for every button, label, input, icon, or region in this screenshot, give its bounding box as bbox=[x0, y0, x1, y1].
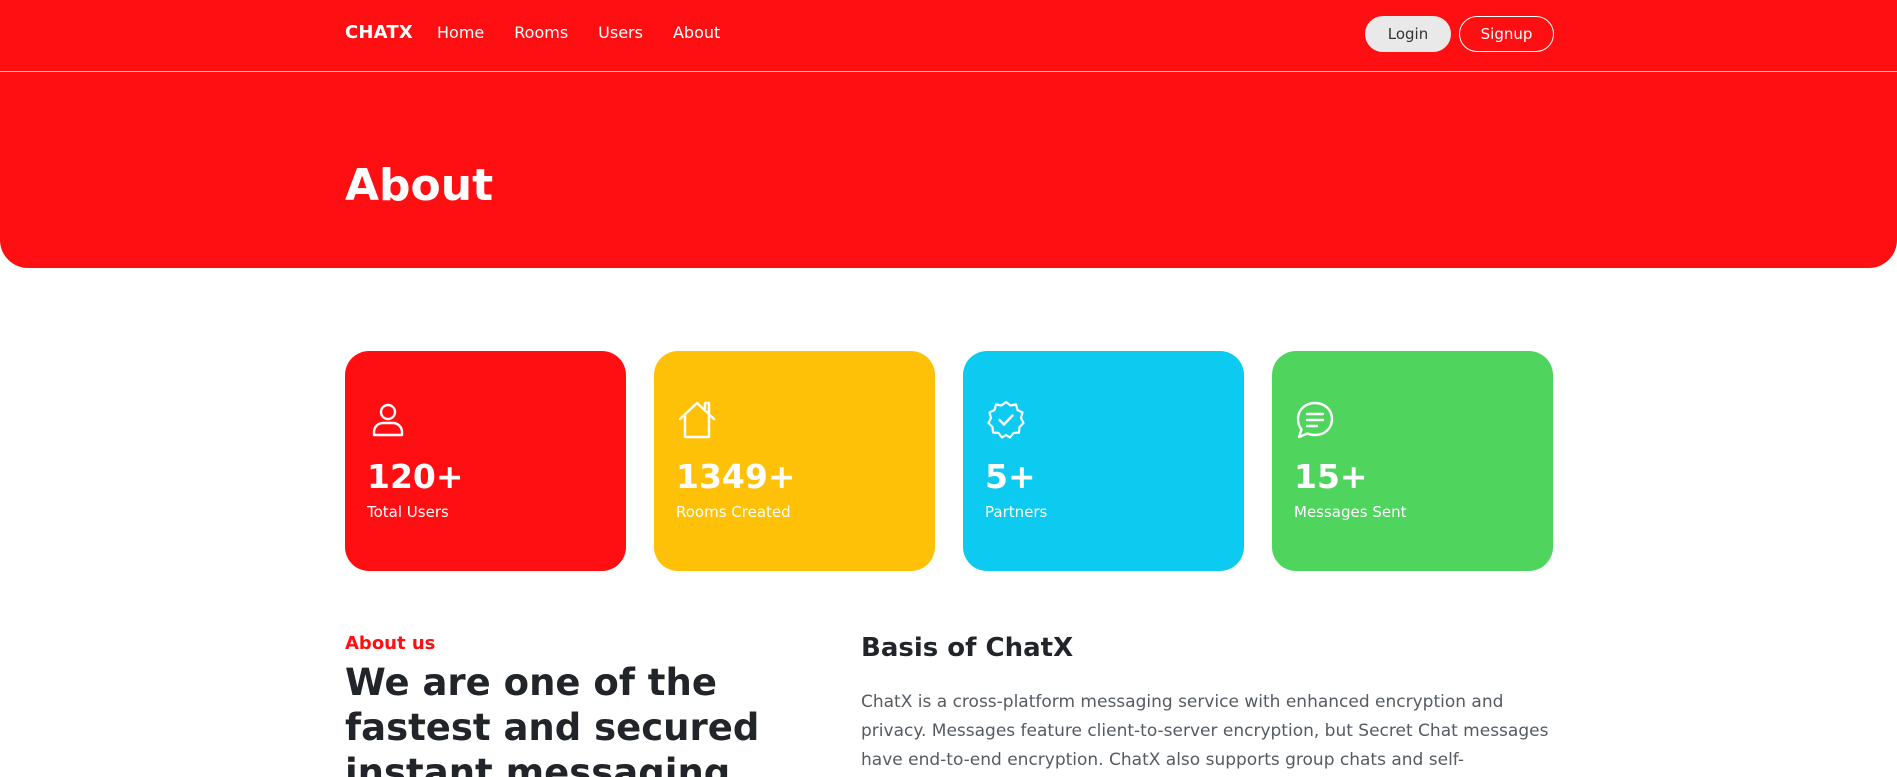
stat-card-rooms: 1349+ Rooms Created bbox=[654, 351, 935, 571]
stat-card-users: 120+ Total Users bbox=[345, 351, 626, 571]
nav-link-rooms[interactable]: Rooms bbox=[514, 23, 568, 42]
stat-label: Total Users bbox=[367, 503, 449, 522]
stat-value: 15+ bbox=[1294, 457, 1368, 496]
about-eyebrow: About us bbox=[345, 633, 436, 654]
about-heading: We are one of the fastest and secured in… bbox=[345, 661, 760, 777]
signup-button[interactable]: Signup bbox=[1459, 16, 1554, 52]
page-title: About bbox=[345, 160, 494, 211]
stat-value: 1349+ bbox=[676, 457, 796, 496]
hero-banner: CHATX Home Rooms Users About Login Signu… bbox=[0, 0, 1897, 268]
basis-title: Basis of ChatX bbox=[861, 633, 1074, 663]
user-icon bbox=[372, 403, 404, 437]
verified-badge-icon bbox=[987, 400, 1025, 439]
stat-card-messages: 15+ Messages Sent bbox=[1272, 351, 1553, 571]
chat-bubble-icon bbox=[1296, 401, 1334, 439]
brand-logo[interactable]: CHATX bbox=[345, 22, 413, 43]
nav-link-about[interactable]: About bbox=[673, 23, 720, 42]
nav-links: Home Rooms Users About bbox=[437, 23, 720, 42]
login-button[interactable]: Login bbox=[1365, 16, 1451, 52]
stat-value: 5+ bbox=[985, 457, 1036, 496]
stat-label: Partners bbox=[985, 503, 1048, 522]
house-icon bbox=[678, 401, 716, 439]
stat-label: Messages Sent bbox=[1294, 503, 1407, 522]
nav-link-users[interactable]: Users bbox=[598, 23, 643, 42]
basis-text: ChatX is a cross-platform messaging serv… bbox=[861, 692, 1549, 770]
stats-section: 120+ Total Users 1349+ Rooms Created 5+ … bbox=[345, 351, 1553, 571]
navbar: CHATX Home Rooms Users About Login Signu… bbox=[0, 0, 1897, 72]
stat-label: Rooms Created bbox=[676, 503, 791, 522]
stat-card-partners: 5+ Partners bbox=[963, 351, 1244, 571]
stat-value: 120+ bbox=[367, 457, 464, 496]
nav-link-home[interactable]: Home bbox=[437, 23, 484, 42]
